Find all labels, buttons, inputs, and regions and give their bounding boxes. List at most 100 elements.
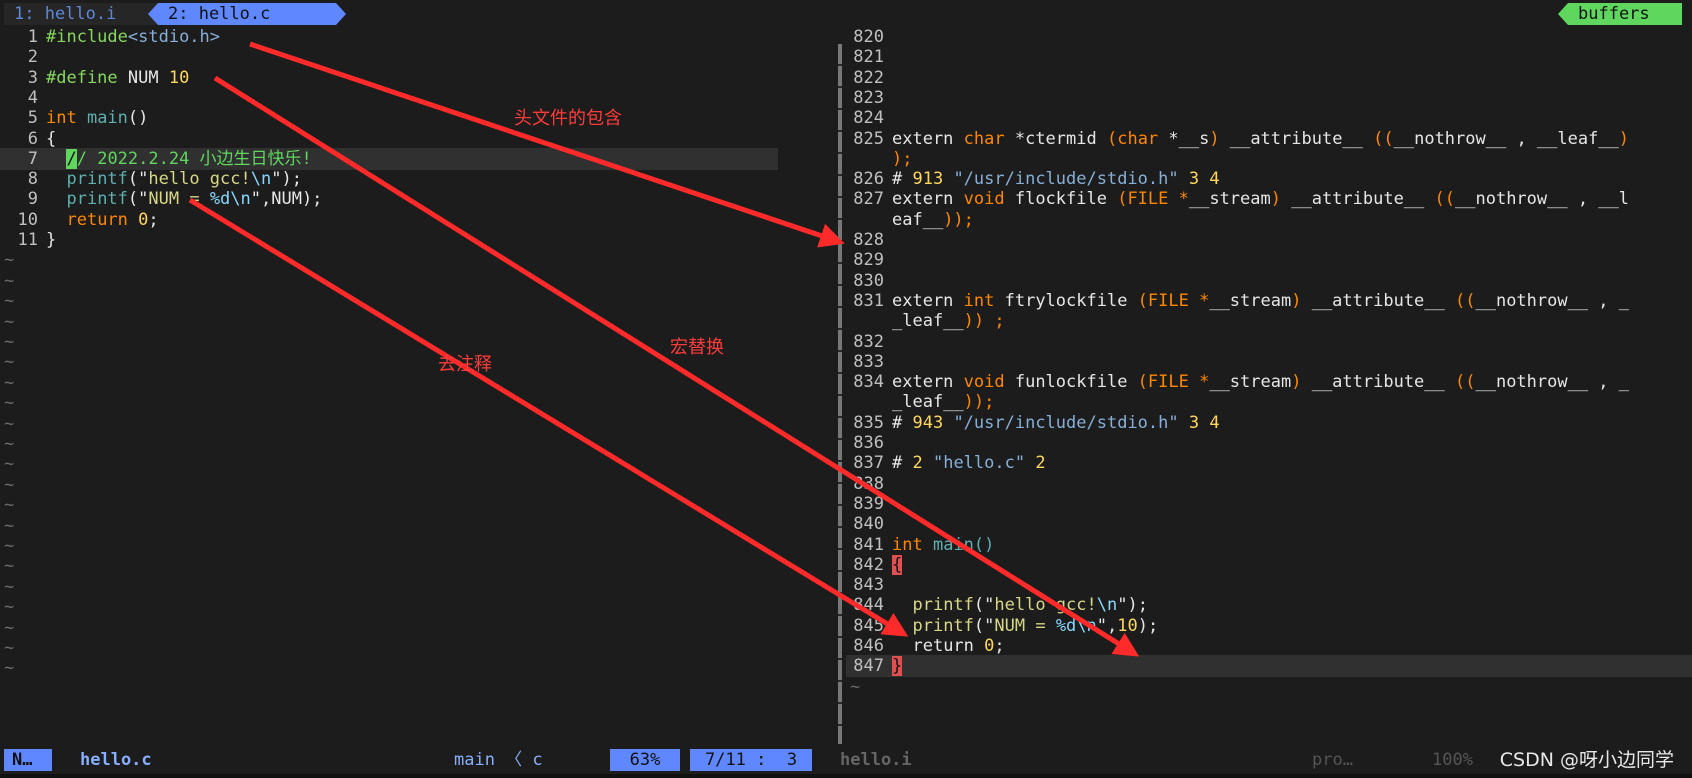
- line-code: extern int ftrylockfile (FILE *__stream)…: [892, 290, 1630, 311]
- code-line[interactable]: 10 return 0;: [0, 209, 840, 231]
- line-number: 827: [853, 189, 884, 210]
- code-line[interactable]: 846 return 0;: [846, 635, 1692, 657]
- code-line[interactable]: 8 printf("hello gcc!\n");: [0, 168, 840, 190]
- code-line[interactable]: 822: [846, 67, 1692, 89]
- line-number: 846: [853, 636, 884, 656]
- code-line[interactable]: _leaf__));: [846, 391, 1692, 413]
- code-line[interactable]: 826 # 913 "/usr/include/stdio.h" 3 4: [846, 168, 1692, 190]
- line-code: // 2022.2.24 小边生日快乐!: [66, 148, 312, 169]
- status-filename: hello.c: [80, 750, 152, 770]
- line-number: 4: [27, 87, 38, 108]
- code-line[interactable]: eaf__));: [846, 209, 1692, 231]
- code-line[interactable]: 844 printf("hello gcc!\n");: [846, 594, 1692, 616]
- line-code: printf("hello gcc!\n");: [66, 169, 302, 190]
- line-code: extern void flockfile (FILE *__stream) _…: [892, 189, 1630, 210]
- line-number: 829: [853, 250, 884, 271]
- status-right-pro: pro…: [1312, 750, 1353, 770]
- empty-line-tilde: ~: [4, 291, 15, 312]
- line-number: 845: [853, 615, 884, 636]
- tab-hello-c[interactable]: 2: hello.c: [148, 3, 346, 25]
- label-remove-comment: 去注释: [438, 354, 492, 375]
- line-code: extern char *ctermid (char *__s) __attri…: [892, 128, 1630, 149]
- line-number: 832: [853, 331, 884, 352]
- code-line[interactable]: 835 # 943 "/usr/include/stdio.h" 3 4: [846, 412, 1692, 434]
- code-line[interactable]: 4: [0, 87, 840, 109]
- status-percent: 63%: [610, 749, 680, 771]
- line-code: _leaf__));: [892, 392, 995, 413]
- line-number: 833: [853, 351, 884, 372]
- line-number: 822: [853, 67, 884, 88]
- code-line[interactable]: 3 #define NUM 10: [0, 67, 840, 89]
- line-code: return 0;: [66, 209, 159, 230]
- line-number: 835: [853, 412, 884, 433]
- code-line[interactable]: 838: [846, 473, 1692, 495]
- empty-line-tilde: ~: [4, 617, 15, 638]
- code-line[interactable]: 837 # 2 "hello.c" 2: [846, 452, 1692, 474]
- line-number: 834: [853, 372, 884, 393]
- left-editor-pane[interactable]: 1 #include<stdio.h> 2 3 #define NUM 10 4 5 int …: [0, 26, 840, 746]
- line-code: {: [892, 554, 903, 575]
- code-line[interactable]: 830: [846, 270, 1692, 292]
- label-macro-replace: 宏替换: [670, 337, 724, 358]
- right-editor-pane[interactable]: 820 821 822 823 824 825 extern char *ctermid (…: [846, 26, 1692, 746]
- line-number: 839: [853, 493, 884, 514]
- line-number: 8: [27, 169, 38, 190]
- code-line[interactable]: 2: [0, 46, 840, 68]
- code-line[interactable]: );: [846, 148, 1692, 170]
- line-number: 838: [853, 473, 884, 494]
- code-line[interactable]: 1 #include<stdio.h>: [0, 26, 840, 48]
- code-line[interactable]: 820: [846, 26, 1692, 48]
- line-code: int main(): [46, 108, 149, 129]
- code-line[interactable]: 845 printf("NUM = %d\n",10);: [846, 615, 1692, 637]
- empty-line-tilde: ~: [4, 454, 15, 475]
- line-number: 9: [27, 189, 38, 210]
- code-line[interactable]: 9 printf("NUM = %d\n",NUM);: [0, 188, 840, 210]
- code-line[interactable]: 5 int main(): [0, 107, 840, 129]
- code-line[interactable]: 828: [846, 229, 1692, 251]
- code-line[interactable]: 827 extern void flockfile (FILE *__stream…: [846, 188, 1692, 210]
- line-number: 825: [853, 128, 884, 149]
- code-line[interactable]: 7 // 2022.2.24 小边生日快乐!: [0, 147, 778, 170]
- line-number: 830: [853, 270, 884, 291]
- code-line[interactable]: 843: [846, 574, 1692, 596]
- code-line[interactable]: 6{: [0, 128, 840, 150]
- tab-hello-i[interactable]: 1: hello.i: [4, 3, 164, 25]
- code-line[interactable]: _leaf__)) ;: [846, 310, 1692, 332]
- code-line[interactable]: 841 int main(): [846, 534, 1692, 556]
- empty-line-tilde: ~: [4, 658, 15, 679]
- code-line[interactable]: 832: [846, 331, 1692, 353]
- code-line[interactable]: 840: [846, 513, 1692, 535]
- label-header-include: 头文件的包含: [514, 108, 622, 129]
- line-code: }: [46, 230, 57, 250]
- empty-line-tilde: ~: [4, 352, 15, 373]
- vertical-split-divider[interactable]: [838, 44, 842, 744]
- status-function: main 〈 c: [454, 750, 543, 770]
- code-line[interactable]: 821: [846, 46, 1692, 68]
- code-line[interactable]: 831 extern int ftrylockfile (FILE *__stre…: [846, 290, 1692, 312]
- code-line[interactable]: 834 extern void funlockfile (FILE *__stre…: [846, 371, 1692, 393]
- code-line[interactable]: 833: [846, 351, 1692, 373]
- line-code: # 913 "/usr/include/stdio.h" 3 4: [892, 169, 1220, 190]
- line-code: printf("NUM = %d\n",10);: [912, 615, 1159, 636]
- code-line[interactable]: 825 extern char *ctermid (char *__s) __at…: [846, 128, 1692, 150]
- code-line[interactable]: 829: [846, 249, 1692, 271]
- code-line[interactable]: 839: [846, 493, 1692, 515]
- line-number: 11: [17, 230, 38, 250]
- code-line[interactable]: 836: [846, 432, 1692, 454]
- csdn-watermark: CSDN @呀小边同学: [1499, 749, 1674, 771]
- code-line[interactable]: 11}: [0, 229, 840, 251]
- buffers-indicator[interactable]: buffers: [1558, 3, 1682, 25]
- code-line[interactable]: 823: [846, 87, 1692, 109]
- code-line[interactable]: 842 {: [846, 554, 1692, 576]
- code-line[interactable]: 824: [846, 107, 1692, 129]
- empty-line-tilde: ~: [4, 556, 15, 577]
- code-line[interactable]: 847}: [846, 655, 1692, 678]
